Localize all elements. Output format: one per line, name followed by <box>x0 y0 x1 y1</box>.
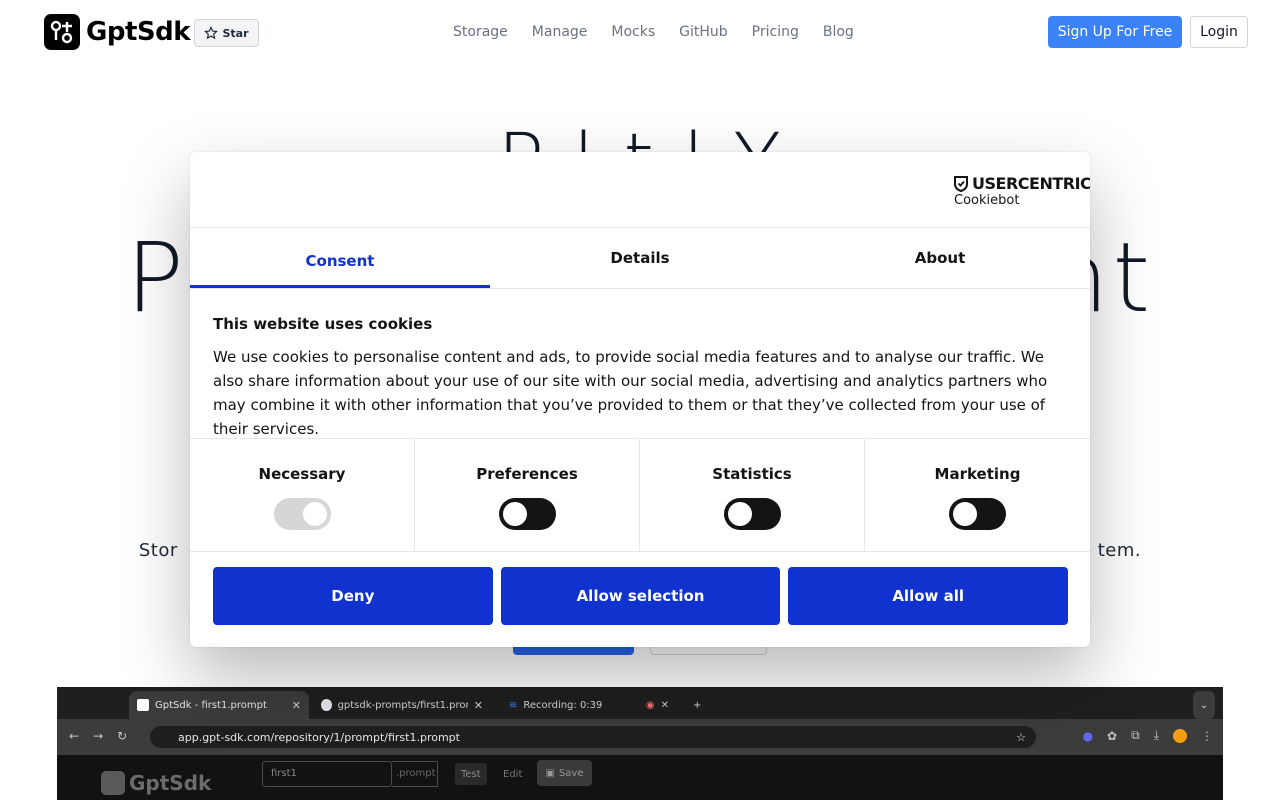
statistics-switch[interactable] <box>724 498 781 530</box>
nav-manage[interactable]: Manage <box>532 23 588 41</box>
browser-tab: ≋ Recording: 0:39 ◉ ✕ <box>501 691 677 719</box>
toggle-necessary: Necessary <box>190 439 415 552</box>
site-header: GptSdk Star Storage Manage Mocks GitHub … <box>0 0 1280 64</box>
close-icon: ✕ <box>291 698 301 712</box>
back-icon: ← <box>69 729 80 743</box>
tab-details[interactable]: Details <box>490 228 790 288</box>
switch-knob <box>503 502 527 526</box>
tab-title: GptSdk - first1.prompt <box>155 699 267 711</box>
nav-storage[interactable]: Storage <box>453 23 508 41</box>
browser-tab: gptsdk-prompts/first1.prompt ✕ <box>313 691 491 719</box>
edit-tab: Edit <box>503 768 523 780</box>
nav-github[interactable]: GitHub <box>679 23 728 41</box>
chevron-down-icon: ⌄ <box>1193 691 1215 719</box>
switch-knob <box>728 502 752 526</box>
cookie-consent-dialog: USERCENTRICS Cookiebot Consent Details A… <box>190 152 1090 647</box>
consent-toggles: Necessary Preferences Statistics Marketi… <box>190 438 1090 552</box>
tab-title: Recording: 0:39 <box>523 699 603 711</box>
forward-icon: → <box>93 729 104 743</box>
reload-icon: ↻ <box>117 729 128 743</box>
tab-about[interactable]: About <box>790 228 1090 288</box>
star-label: Star <box>222 26 249 40</box>
shield-icon <box>954 175 968 192</box>
usercentrics-wordmark: USERCENTRICS <box>954 174 1090 193</box>
toggle-label: Necessary <box>258 465 346 483</box>
browser-tab: GptSdk - first1.prompt ✕ <box>129 691 309 719</box>
preferences-switch[interactable] <box>499 498 556 530</box>
main-nav: Storage Manage Mocks GitHub Pricing Blog <box>453 23 854 41</box>
switch-knob <box>953 502 977 526</box>
prompt-extension: .prompt <box>392 761 438 787</box>
app-content: GptSdk first1 .prompt Test Edit ▣ Save <box>57 755 1223 800</box>
toggle-marketing: Marketing <box>865 439 1090 552</box>
signup-button[interactable]: Sign Up For Free <box>1048 16 1182 48</box>
url-text: app.gpt-sdk.com/repository/1/prompt/firs… <box>178 730 460 744</box>
dialog-header: USERCENTRICS Cookiebot <box>190 152 1090 228</box>
logo-text: GptSdk <box>86 17 191 47</box>
star-icon <box>204 26 219 40</box>
new-tab-button: + <box>693 699 702 711</box>
extension-icon: ✿ <box>1107 728 1118 743</box>
close-icon: ✕ <box>473 698 483 712</box>
nav-mocks[interactable]: Mocks <box>611 23 655 41</box>
dialog-tabs: Consent Details About <box>190 228 1090 289</box>
login-button[interactable]: Login <box>1190 16 1248 48</box>
deny-button[interactable]: Deny <box>213 567 493 625</box>
gptsdk-logo-icon <box>101 771 125 795</box>
browser-tabbar: GptSdk - first1.prompt ✕ gptsdk-prompts/… <box>57 687 1223 719</box>
browser-addressbar: ← → ↻ app.gpt-sdk.com/repository/1/promp… <box>57 719 1223 755</box>
dialog-title: This website uses cookies <box>213 315 433 333</box>
browser-extension-icons: ● ✿ ⧉ ⤓ ⋮ <box>1083 728 1213 743</box>
url-bar: app.gpt-sdk.com/repository/1/prompt/firs… <box>150 726 1036 748</box>
bookmark-star-icon: ☆ <box>1016 730 1026 744</box>
dialog-body: This website uses cookies We use cookies… <box>213 315 1073 441</box>
browser-nav-icons: ← → ↻ <box>69 729 127 743</box>
toggle-label: Marketing <box>934 465 1021 483</box>
dialog-buttons: Deny Allow selection Allow all <box>213 567 1069 625</box>
tab-title: gptsdk-prompts/first1.prompt <box>337 699 468 711</box>
save-label: Save <box>558 767 584 779</box>
close-icon: ✕ <box>660 699 669 711</box>
download-icon: ⤓ <box>1153 728 1159 742</box>
hero-sub-left: Stor <box>138 540 178 561</box>
profile-avatar <box>1173 728 1187 743</box>
allow-selection-button[interactable]: Allow selection <box>500 567 781 625</box>
app-logo: GptSdk <box>101 771 211 795</box>
gptsdk-favicon-icon <box>137 699 149 711</box>
save-button: ▣ Save <box>537 760 592 786</box>
hero-line2-left: P <box>125 222 188 334</box>
dialog-description: We use cookies to personalise content an… <box>213 348 1048 438</box>
app-logo-text: GptSdk <box>129 771 212 795</box>
marketing-switch[interactable] <box>949 498 1006 530</box>
puzzle-icon: ⧉ <box>1131 728 1140 742</box>
cookiebot-text: Cookiebot <box>954 193 1020 208</box>
tab-consent-label: Consent <box>305 251 375 270</box>
site-logo[interactable]: GptSdk <box>44 14 191 50</box>
gptsdk-logo-icon <box>44 14 80 50</box>
prompt-name-field: first1 <box>262 761 392 787</box>
record-dot-icon: ◉ <box>645 699 655 711</box>
toggle-preferences: Preferences <box>415 439 640 552</box>
github-icon <box>321 699 332 711</box>
nav-blog[interactable]: Blog <box>823 23 854 41</box>
save-icon: ▣ <box>545 767 555 779</box>
nav-pricing[interactable]: Pricing <box>752 23 799 41</box>
toggle-label: Statistics <box>712 465 792 483</box>
necessary-switch <box>274 498 331 530</box>
switch-knob <box>303 502 327 526</box>
menu-dots-icon: ⋮ <box>1201 728 1213 743</box>
usercentrics-cookiebot-logo[interactable]: USERCENTRICS Cookiebot <box>954 174 1090 208</box>
github-star-button[interactable]: Star <box>194 19 259 47</box>
test-tab: Test <box>455 763 487 785</box>
active-tab-indicator <box>190 285 490 288</box>
product-screenshot: GptSdk - first1.prompt ✕ gptsdk-prompts/… <box>57 687 1223 800</box>
recording-icon: ≋ <box>509 699 518 711</box>
toggle-statistics: Statistics <box>640 439 865 552</box>
hero-sub-right: tem. <box>1097 540 1142 561</box>
toggle-label: Preferences <box>476 465 578 483</box>
tab-consent[interactable]: Consent <box>190 228 490 288</box>
usercentrics-text: USERCENTRICS <box>972 174 1090 193</box>
allow-all-button[interactable]: Allow all <box>788 567 1069 625</box>
extension-icon: ● <box>1082 728 1094 743</box>
